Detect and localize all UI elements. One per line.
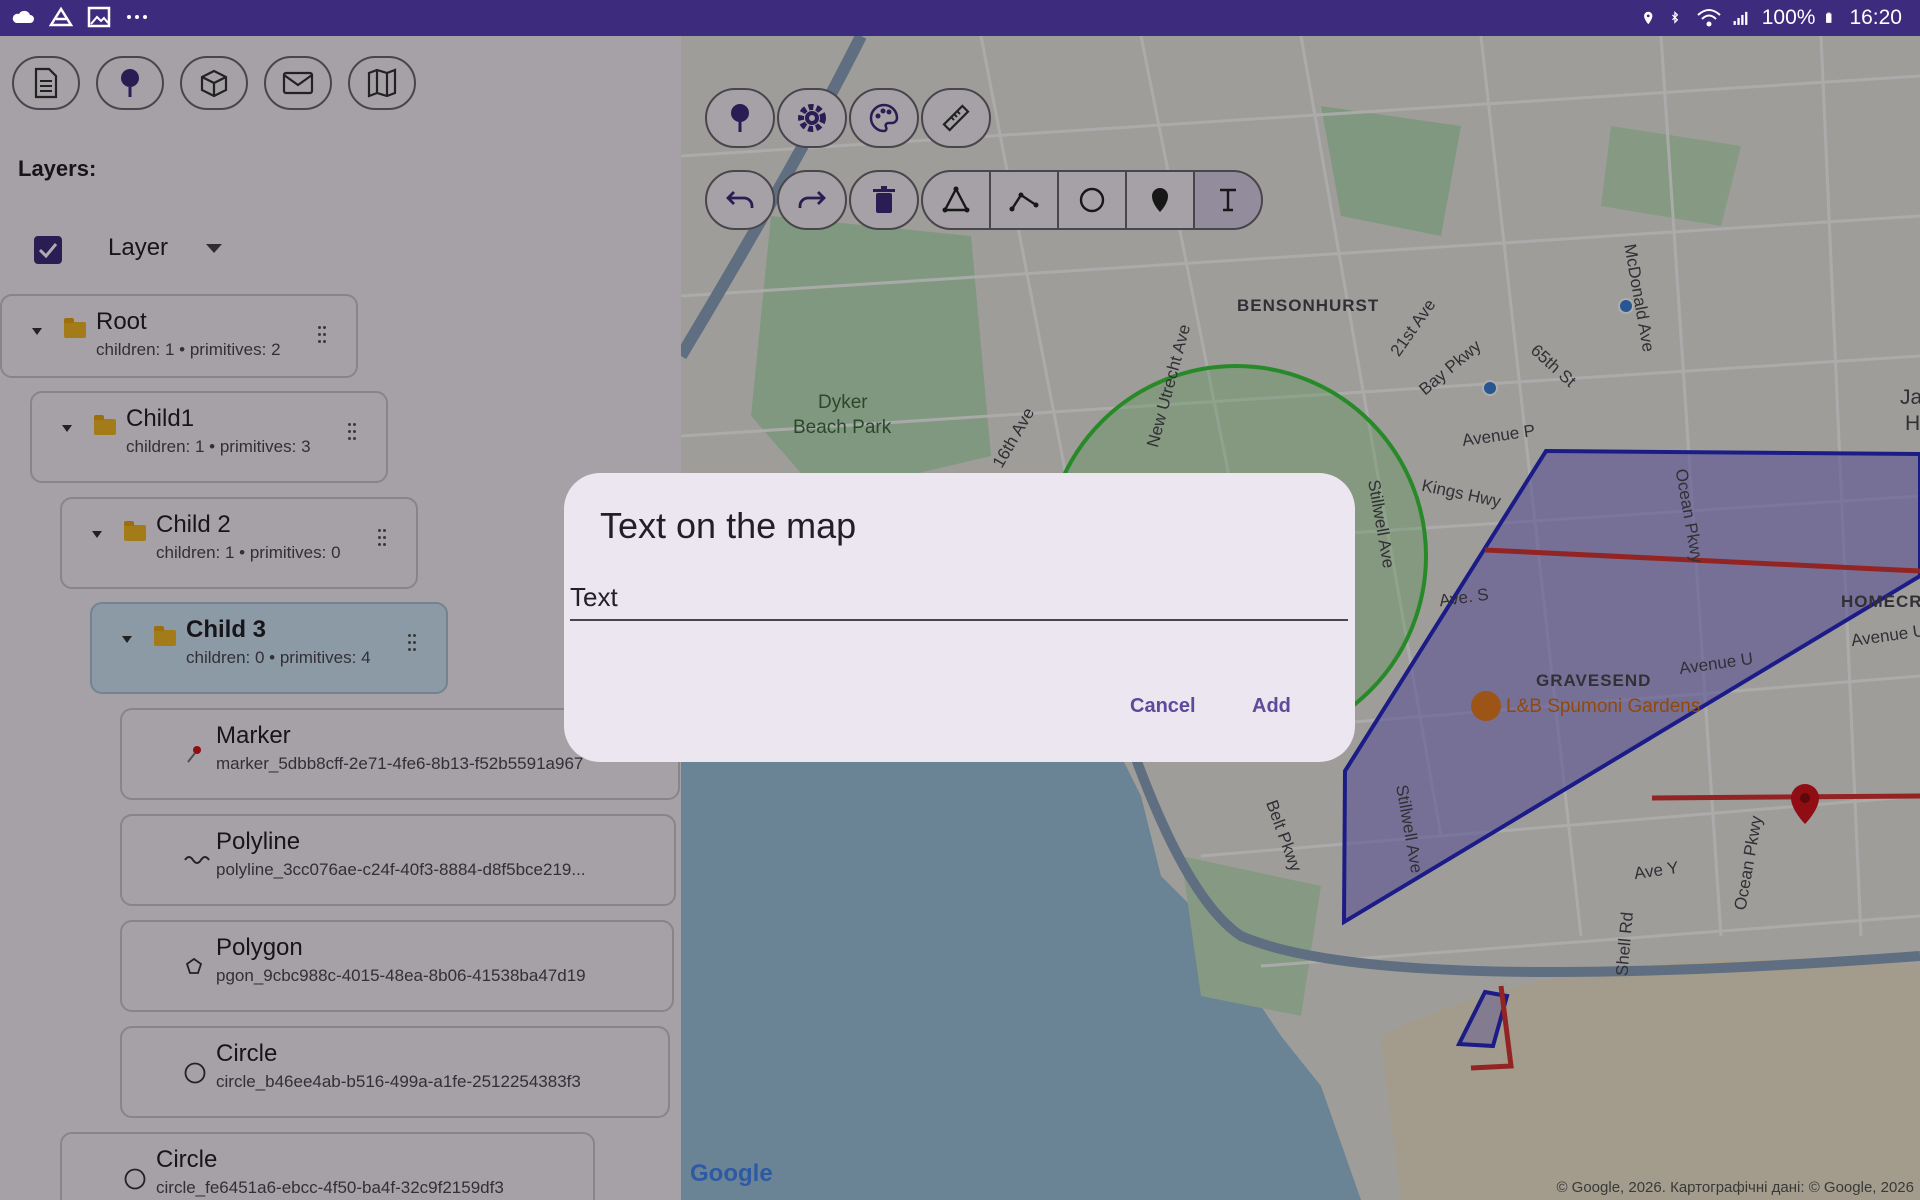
add-button[interactable]: Add — [1252, 695, 1291, 718]
drive-icon — [48, 6, 74, 27]
bluetooth-icon — [1671, 10, 1678, 24]
clock: 16:20 — [1849, 6, 1902, 29]
location-icon — [1643, 11, 1653, 25]
text-input[interactable] — [570, 575, 1348, 621]
signal-icon — [1733, 11, 1748, 25]
cancel-button[interactable]: Cancel — [1130, 695, 1196, 718]
dialog-title: Text on the map — [600, 505, 857, 546]
text-dialog: Text on the map Cancel Add — [564, 473, 1355, 762]
battery-percent: 100% — [1761, 6, 1816, 29]
cloud-icon — [12, 10, 34, 23]
status-bar: 100% 16:20 — [0, 0, 1920, 36]
battery-icon — [1826, 12, 1832, 23]
more-notifications-icon — [127, 15, 147, 19]
image-icon — [87, 6, 111, 28]
wifi-icon — [1697, 9, 1721, 27]
